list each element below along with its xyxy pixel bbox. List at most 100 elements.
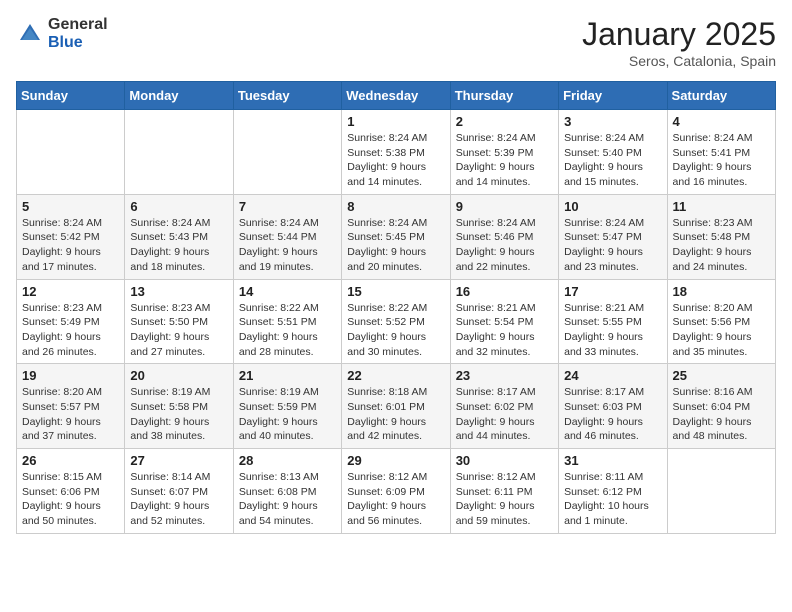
- day-info: Sunrise: 8:24 AMSunset: 5:40 PMDaylight:…: [564, 131, 661, 190]
- month-title: January 2025: [582, 16, 776, 53]
- day-number: 3: [564, 114, 661, 129]
- day-number: 18: [673, 284, 770, 299]
- calendar-cell: 23Sunrise: 8:17 AMSunset: 6:02 PMDayligh…: [450, 364, 558, 449]
- calendar-cell: 30 Sunrise: 8:12 AMSunset: 6:11 PMDayligh…: [450, 449, 558, 534]
- day-number: 26: [22, 453, 119, 468]
- day-info: Sunrise: 8:24 AMSunset: 5:47 PMDaylight:…: [564, 216, 661, 275]
- day-number: 27: [130, 453, 227, 468]
- day-number: 11: [673, 199, 770, 214]
- day-number: 25: [673, 368, 770, 383]
- day-number: 30: [456, 453, 553, 468]
- calendar: SundayMondayTuesdayWednesdayThursdayFrid…: [16, 81, 776, 534]
- day-info: Sunrise: 8:18 AMSunset: 6:01 PMDaylight:…: [347, 385, 444, 444]
- calendar-cell: 13 Sunrise: 8:23 AMSunset: 5:50 PMDayligh…: [125, 279, 233, 364]
- calendar-cell: 19 Sunrise: 8:20 AMSunset: 5:57 PMDayligh…: [17, 364, 125, 449]
- calendar-cell: 3 Sunrise: 8:24 AMSunset: 5:40 PMDaylight…: [559, 110, 667, 195]
- day-info: Sunrise: 8:21 AMSunset: 5:55 PMDaylight:…: [564, 301, 661, 360]
- day-info: Sunrise: 8:24 AMSunset: 5:41 PMDaylight:…: [673, 131, 770, 190]
- calendar-cell: 14 Sunrise: 8:22 AMSunset: 5:51 PMDayligh…: [233, 279, 341, 364]
- day-info: Sunrise: 8:20 AMSunset: 5:56 PMDaylight:…: [673, 301, 770, 360]
- day-number: 17: [564, 284, 661, 299]
- calendar-cell: 7Sunrise: 8:24 AMSunset: 5:44 PMDaylight…: [233, 194, 341, 279]
- weekday-header-row: SundayMondayTuesdayWednesdayThursdayFrid…: [17, 82, 776, 110]
- calendar-cell: 2Sunrise: 8:24 AMSunset: 5:39 PMDaylight…: [450, 110, 558, 195]
- day-number: 5: [22, 199, 119, 214]
- calendar-cell: 26 Sunrise: 8:15 AMSunset: 6:06 PMDayligh…: [17, 449, 125, 534]
- day-info: Sunrise: 8:24 AMSunset: 5:44 PMDaylight:…: [239, 216, 336, 275]
- calendar-cell: 9 Sunrise: 8:24 AMSunset: 5:46 PMDaylight…: [450, 194, 558, 279]
- day-number: 28: [239, 453, 336, 468]
- logo-icon: [16, 20, 44, 48]
- day-number: 12: [22, 284, 119, 299]
- logo: General Blue: [16, 16, 108, 51]
- calendar-cell: 28 Sunrise: 8:13 AMSunset: 6:08 PMDayligh…: [233, 449, 341, 534]
- day-info: Sunrise: 8:23 AMSunset: 5:48 PMDaylight:…: [673, 216, 770, 275]
- weekday-header-cell: Wednesday: [342, 82, 450, 110]
- day-number: 9: [456, 199, 553, 214]
- title-area: January 2025 Seros, Catalonia, Spain: [582, 16, 776, 69]
- logo-general-text: General: [48, 16, 108, 34]
- logo-text: General Blue: [48, 16, 108, 51]
- calendar-cell: 15 Sunrise: 8:22 AMSunset: 5:52 PMDayligh…: [342, 279, 450, 364]
- calendar-cell: [233, 110, 341, 195]
- calendar-cell: 11 Sunrise: 8:23 AMSunset: 5:48 PMDayligh…: [667, 194, 775, 279]
- day-info: Sunrise: 8:24 AMSunset: 5:46 PMDaylight:…: [456, 216, 553, 275]
- day-info: Sunrise: 8:24 AMSunset: 5:43 PMDaylight:…: [130, 216, 227, 275]
- calendar-cell: 29 Sunrise: 8:12 AMSunset: 6:09 PMDayligh…: [342, 449, 450, 534]
- day-number: 1: [347, 114, 444, 129]
- day-number: 15: [347, 284, 444, 299]
- day-info: Sunrise: 8:23 AMSunset: 5:49 PMDaylight:…: [22, 301, 119, 360]
- day-info: Sunrise: 8:23 AMSunset: 5:50 PMDaylight:…: [130, 301, 227, 360]
- calendar-cell: 5 Sunrise: 8:24 AMSunset: 5:42 PMDaylight…: [17, 194, 125, 279]
- day-info: Sunrise: 8:19 AMSunset: 5:58 PMDaylight:…: [130, 385, 227, 444]
- day-info: Sunrise: 8:24 AMSunset: 5:45 PMDaylight:…: [347, 216, 444, 275]
- day-info: Sunrise: 8:15 AMSunset: 6:06 PMDaylight:…: [22, 470, 119, 529]
- day-info: Sunrise: 8:22 AMSunset: 5:52 PMDaylight:…: [347, 301, 444, 360]
- weekday-header-cell: Monday: [125, 82, 233, 110]
- calendar-cell: 18 Sunrise: 8:20 AMSunset: 5:56 PMDayligh…: [667, 279, 775, 364]
- day-info: Sunrise: 8:12 AMSunset: 6:09 PMDaylight:…: [347, 470, 444, 529]
- calendar-cell: 8Sunrise: 8:24 AMSunset: 5:45 PMDaylight…: [342, 194, 450, 279]
- day-number: 21: [239, 368, 336, 383]
- day-info: Sunrise: 8:14 AMSunset: 6:07 PMDaylight:…: [130, 470, 227, 529]
- calendar-cell: 22 Sunrise: 8:18 AMSunset: 6:01 PMDayligh…: [342, 364, 450, 449]
- weekday-header-cell: Friday: [559, 82, 667, 110]
- calendar-cell: 20 Sunrise: 8:19 AMSunset: 5:58 PMDayligh…: [125, 364, 233, 449]
- day-info: Sunrise: 8:12 AMSunset: 6:11 PMDaylight:…: [456, 470, 553, 529]
- day-number: 20: [130, 368, 227, 383]
- day-info: Sunrise: 8:13 AMSunset: 6:08 PMDaylight:…: [239, 470, 336, 529]
- day-number: 13: [130, 284, 227, 299]
- day-number: 14: [239, 284, 336, 299]
- day-info: Sunrise: 8:24 AMSunset: 5:42 PMDaylight:…: [22, 216, 119, 275]
- calendar-week-row: 12 Sunrise: 8:23 AMSunset: 5:49 PMDayligh…: [17, 279, 776, 364]
- calendar-cell: 21Sunrise: 8:19 AMSunset: 5:59 PMDayligh…: [233, 364, 341, 449]
- calendar-week-row: 5 Sunrise: 8:24 AMSunset: 5:42 PMDaylight…: [17, 194, 776, 279]
- logo-blue-text: Blue: [48, 34, 108, 52]
- day-info: Sunrise: 8:24 AMSunset: 5:38 PMDaylight:…: [347, 131, 444, 190]
- calendar-cell: [667, 449, 775, 534]
- header: General Blue January 2025 Seros, Catalon…: [16, 16, 776, 69]
- day-number: 4: [673, 114, 770, 129]
- day-info: Sunrise: 8:20 AMSunset: 5:57 PMDaylight:…: [22, 385, 119, 444]
- calendar-week-row: 1 Sunrise: 8:24 AMSunset: 5:38 PMDaylight…: [17, 110, 776, 195]
- day-number: 23: [456, 368, 553, 383]
- calendar-cell: 12 Sunrise: 8:23 AMSunset: 5:49 PMDayligh…: [17, 279, 125, 364]
- day-info: Sunrise: 8:16 AMSunset: 6:04 PMDaylight:…: [673, 385, 770, 444]
- calendar-cell: 25 Sunrise: 8:16 AMSunset: 6:04 PMDayligh…: [667, 364, 775, 449]
- day-number: 10: [564, 199, 661, 214]
- calendar-cell: 17 Sunrise: 8:21 AMSunset: 5:55 PMDayligh…: [559, 279, 667, 364]
- calendar-cell: 10 Sunrise: 8:24 AMSunset: 5:47 PMDayligh…: [559, 194, 667, 279]
- day-info: Sunrise: 8:24 AMSunset: 5:39 PMDaylight:…: [456, 131, 553, 190]
- calendar-cell: 16Sunrise: 8:21 AMSunset: 5:54 PMDayligh…: [450, 279, 558, 364]
- day-number: 22: [347, 368, 444, 383]
- calendar-cell: 6 Sunrise: 8:24 AMSunset: 5:43 PMDaylight…: [125, 194, 233, 279]
- day-info: Sunrise: 8:22 AMSunset: 5:51 PMDaylight:…: [239, 301, 336, 360]
- calendar-cell: 24Sunrise: 8:17 AMSunset: 6:03 PMDayligh…: [559, 364, 667, 449]
- day-number: 6: [130, 199, 227, 214]
- calendar-cell: [125, 110, 233, 195]
- calendar-cell: 4 Sunrise: 8:24 AMSunset: 5:41 PMDaylight…: [667, 110, 775, 195]
- day-number: 29: [347, 453, 444, 468]
- calendar-body: 1 Sunrise: 8:24 AMSunset: 5:38 PMDaylight…: [17, 110, 776, 534]
- weekday-header-cell: Tuesday: [233, 82, 341, 110]
- day-number: 19: [22, 368, 119, 383]
